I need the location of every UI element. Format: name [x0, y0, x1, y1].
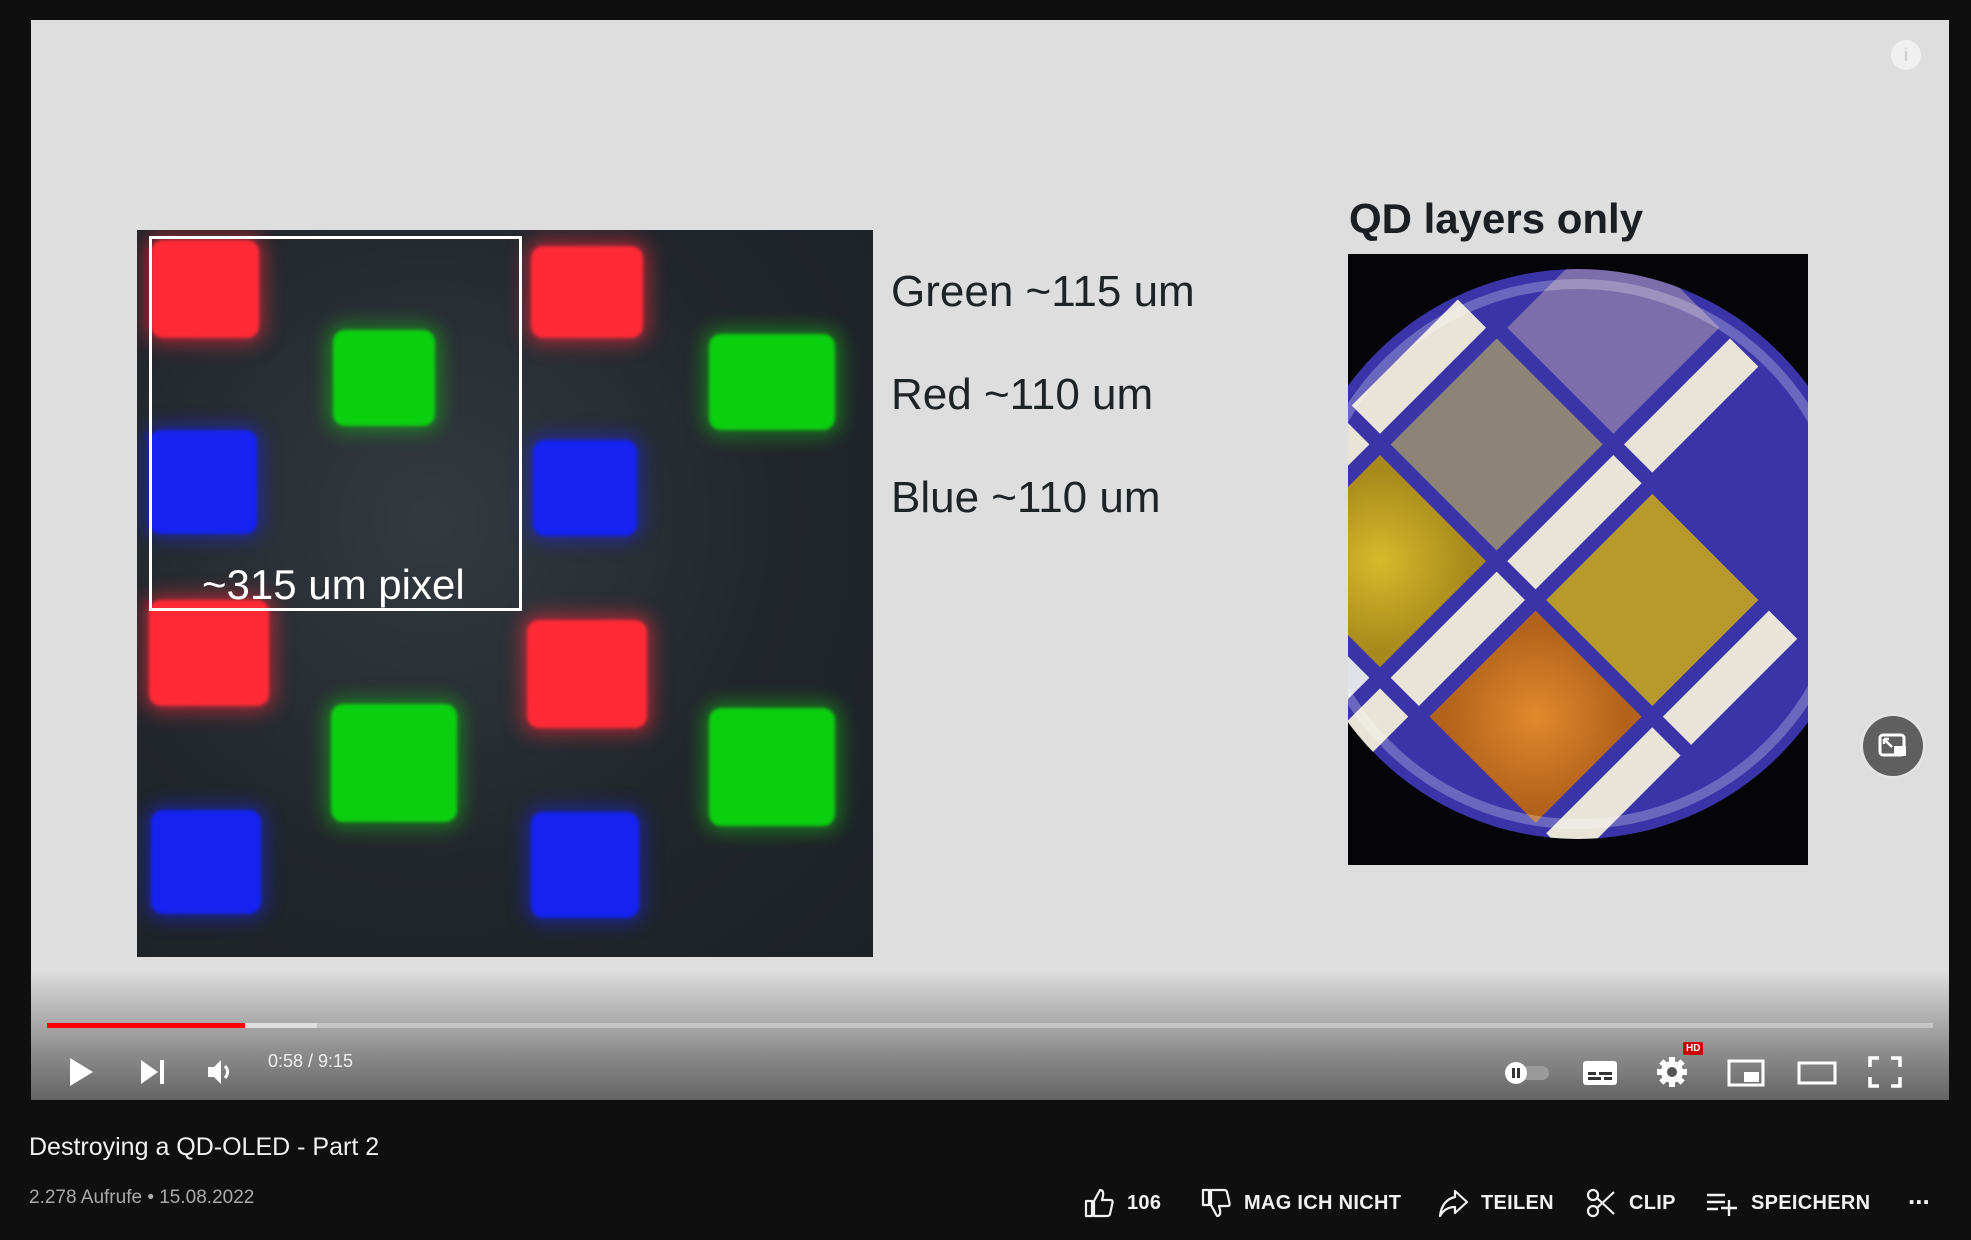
spec-blue: Blue ~110 um	[891, 473, 1161, 522]
share-icon	[1438, 1189, 1469, 1218]
qd-title: QD layers only	[1348, 195, 1644, 242]
settings-icon	[1657, 1057, 1687, 1087]
subtitles-button[interactable]	[1581, 1055, 1619, 1094]
video-player[interactable]: i ~315 um pixel Green ~115 um Red ~110 u…	[31, 20, 1949, 1100]
pixel-outline: ~315 um pixel	[149, 236, 522, 611]
subtitles-icon	[1583, 1061, 1617, 1085]
resize-icon	[1878, 733, 1906, 757]
qd-layers-photo	[1348, 254, 1808, 865]
qd-layers-illustration	[1348, 254, 1808, 865]
spec-green: Green ~115 um	[891, 267, 1195, 316]
fullscreen-button[interactable]	[1867, 1055, 1903, 1094]
red-subpixel	[531, 246, 643, 338]
miniplayer-icon	[1727, 1059, 1765, 1087]
blue-subpixel	[151, 810, 261, 914]
red-subpixel	[527, 620, 647, 728]
next-button[interactable]	[136, 1055, 170, 1094]
thumbs-up-icon	[1084, 1188, 1114, 1218]
save-label: SPEICHERN	[1751, 1191, 1871, 1214]
green-subpixel	[709, 334, 835, 430]
progress-played	[47, 1023, 246, 1028]
spec-red: Red ~110 um	[891, 370, 1154, 419]
autoplay-toggle-icon	[1505, 1062, 1549, 1084]
play-icon	[70, 1058, 93, 1086]
dislike-label: MAG ICH NICHT	[1244, 1191, 1402, 1214]
mute-button[interactable]	[204, 1055, 238, 1094]
save-button[interactable]: SPEICHERN	[1705, 1185, 1870, 1221]
green-subpixel	[331, 704, 457, 822]
next-icon	[141, 1060, 164, 1084]
green-subpixel	[709, 708, 835, 826]
clip-button[interactable]: CLIP	[1585, 1185, 1676, 1221]
volume-icon	[208, 1060, 229, 1084]
theater-mode-button[interactable]	[1796, 1055, 1838, 1094]
theater-icon	[1797, 1061, 1837, 1085]
more-actions-button[interactable]: ...	[1908, 1180, 1930, 1211]
action-bar: 106 MAG ICH NICHT TEILEN CLIP SPEICHERN	[0, 1185, 1971, 1221]
thumbs-down-icon	[1201, 1188, 1231, 1218]
exit-overlay-button[interactable]	[1863, 716, 1923, 776]
blue-subpixel	[533, 440, 637, 536]
like-button[interactable]: 106	[1083, 1185, 1161, 1221]
progress-bar[interactable]	[47, 1023, 1933, 1028]
settings-button[interactable]	[1655, 1055, 1689, 1094]
scissors-icon	[1586, 1188, 1615, 1218]
blue-subpixel	[531, 812, 639, 918]
red-subpixel	[149, 600, 269, 706]
playlist-add-icon	[1707, 1193, 1737, 1216]
miniplayer-button[interactable]	[1726, 1055, 1766, 1094]
subpixel-micrograph: ~315 um pixel	[137, 230, 873, 957]
autoplay-toggle[interactable]	[1501, 1055, 1553, 1094]
like-count: 106	[1127, 1191, 1162, 1214]
play-button[interactable]	[65, 1055, 97, 1094]
hd-badge: HD	[1683, 1042, 1704, 1055]
clip-label: CLIP	[1629, 1191, 1676, 1214]
video-title: Destroying a QD-OLED - Part 2	[29, 1133, 380, 1161]
share-button[interactable]: TEILEN	[1437, 1185, 1554, 1221]
pixel-label: ~315 um pixel	[202, 561, 465, 608]
info-icon[interactable]: i	[1891, 40, 1921, 70]
fullscreen-icon	[1868, 1056, 1902, 1088]
subpixel-specs: Green ~115 um Red ~110 um Blue ~110 um	[891, 240, 1195, 549]
time-display: 0:58 / 9:15	[268, 1051, 354, 1071]
share-label: TEILEN	[1481, 1191, 1554, 1214]
dislike-button[interactable]: MAG ICH NICHT	[1200, 1185, 1401, 1221]
